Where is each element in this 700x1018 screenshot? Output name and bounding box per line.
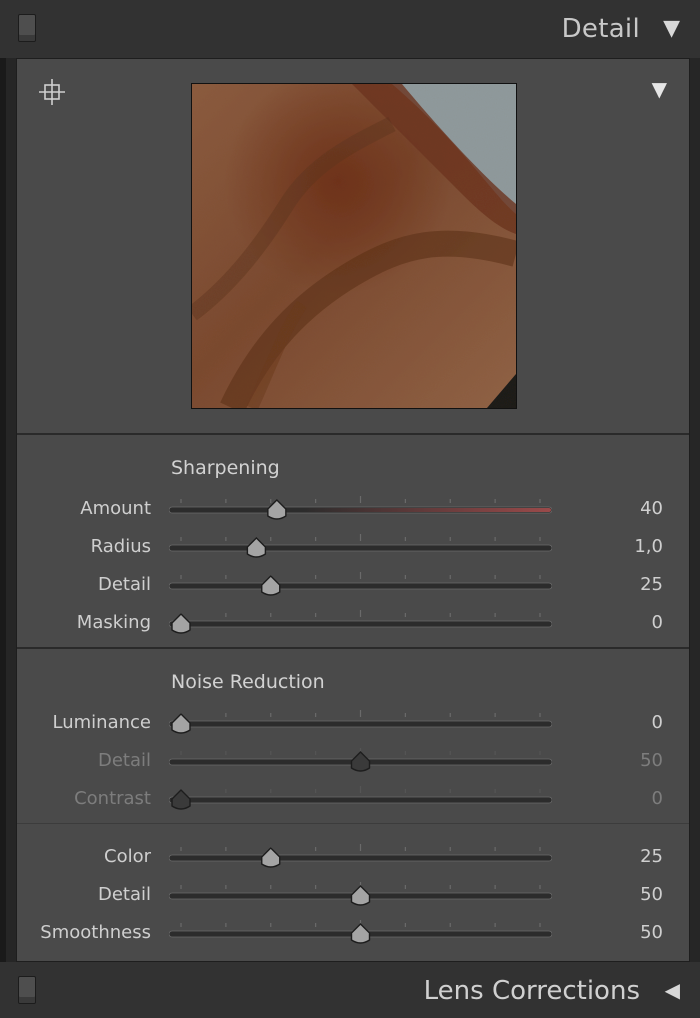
triangle-down-icon[interactable]: ▼ [663, 16, 680, 41]
lum-detail-label: Detail [97, 750, 151, 771]
panel-toggle-switch[interactable] [18, 14, 36, 42]
smoothness-label: Smoothness [40, 922, 151, 943]
luminance-label: Luminance [52, 712, 151, 733]
slider-track[interactable] [169, 620, 552, 628]
masking-slider[interactable] [169, 610, 552, 636]
detail-panel-window: Detail ▼ ▼ Sharpening Amount 40 Radius 1… [0, 0, 700, 1018]
luminance-value[interactable]: 0 [652, 712, 663, 733]
color-slider-thumb[interactable] [261, 847, 281, 868]
lum-detail-slider-thumb[interactable] [350, 751, 371, 772]
color-detail-value[interactable]: 50 [640, 884, 663, 905]
radius-value[interactable]: 1,0 [634, 536, 663, 557]
slider-row-lum-detail: Detail 50 [17, 742, 689, 780]
noise-divider [17, 823, 689, 824]
amount-slider[interactable] [169, 496, 552, 522]
slider-row-masking: Masking 0 [17, 604, 689, 642]
slider-row-color: Color 25 [17, 838, 689, 876]
detail-slider-thumb[interactable] [261, 575, 281, 596]
lens-corrections-title: Lens Corrections [423, 976, 640, 1006]
slider-track[interactable] [169, 544, 552, 552]
detail-panel-header[interactable]: Detail ▼ [0, 0, 700, 58]
slider-row-radius: Radius 1,0 [17, 528, 689, 566]
masking-value[interactable]: 0 [652, 612, 663, 633]
contrast-label: Contrast [74, 788, 151, 809]
color-slider[interactable] [169, 844, 552, 870]
smoothness-value[interactable]: 50 [640, 922, 663, 943]
color-detail-slider[interactable] [169, 882, 552, 908]
slider-track[interactable] [169, 720, 552, 728]
slider-row-amount: Amount 40 [17, 490, 689, 528]
color-value[interactable]: 25 [640, 846, 663, 867]
amount-label: Amount [80, 498, 151, 519]
radius-slider-thumb[interactable] [246, 537, 267, 558]
triangle-left-icon[interactable]: ◀ [665, 978, 680, 1002]
noise-reduction-title: Noise Reduction [171, 671, 325, 693]
detail-slider[interactable] [169, 572, 552, 598]
slider-track[interactable] [169, 796, 552, 804]
slider-row-smoothness: Smoothness 50 [17, 914, 689, 952]
slider-row-luminance: Luminance 0 [17, 704, 689, 742]
slider-accent [170, 508, 551, 512]
lum-detail-slider[interactable] [169, 748, 552, 774]
panel-toggle-switch[interactable] [18, 976, 36, 1004]
slider-row-detail: Detail 25 [17, 566, 689, 604]
amount-value[interactable]: 40 [640, 498, 663, 519]
detail-label: Detail [97, 574, 151, 595]
detail-value[interactable]: 25 [640, 574, 663, 595]
sharpening-title: Sharpening [171, 457, 280, 479]
slider-track[interactable] [169, 582, 552, 590]
detail-panel-body: ▼ Sharpening Amount 40 Radius 1,0 Detail… [16, 58, 690, 962]
contrast-value[interactable]: 0 [652, 788, 663, 809]
lum-detail-value[interactable]: 50 [640, 750, 663, 771]
sharpening-section: Sharpening Amount 40 Radius 1,0 Detail 25 Mask… [17, 435, 689, 649]
masking-label: Masking [76, 612, 151, 633]
preview-section: ▼ [17, 59, 689, 435]
contrast-slider[interactable] [169, 786, 552, 812]
left-edge [0, 0, 6, 1018]
slider-track[interactable] [169, 854, 552, 862]
contrast-slider-thumb[interactable] [171, 789, 191, 810]
color-detail-label: Detail [97, 884, 151, 905]
triangle-down-icon[interactable]: ▼ [652, 77, 667, 101]
color-label: Color [104, 846, 151, 867]
luminance-slider-thumb[interactable] [171, 713, 191, 734]
radius-label: Radius [90, 536, 151, 557]
detail-preview-image[interactable] [191, 83, 517, 409]
panel-title: Detail [561, 14, 640, 44]
smoothness-slider-thumb[interactable] [350, 923, 371, 944]
masking-slider-thumb[interactable] [171, 613, 191, 634]
lens-corrections-header[interactable]: Lens Corrections ◀ [0, 962, 700, 1018]
slider-row-contrast: Contrast 0 [17, 780, 689, 818]
slider-row-color-detail: Detail 50 [17, 876, 689, 914]
smoothness-slider[interactable] [169, 920, 552, 946]
radius-slider[interactable] [169, 534, 552, 560]
noise-reduction-section: Noise Reduction Luminance 0 Detail 50 Contra… [17, 649, 689, 961]
luminance-slider[interactable] [169, 710, 552, 736]
color-detail-slider-thumb[interactable] [350, 885, 371, 906]
crosshair-target-icon[interactable] [37, 77, 67, 107]
